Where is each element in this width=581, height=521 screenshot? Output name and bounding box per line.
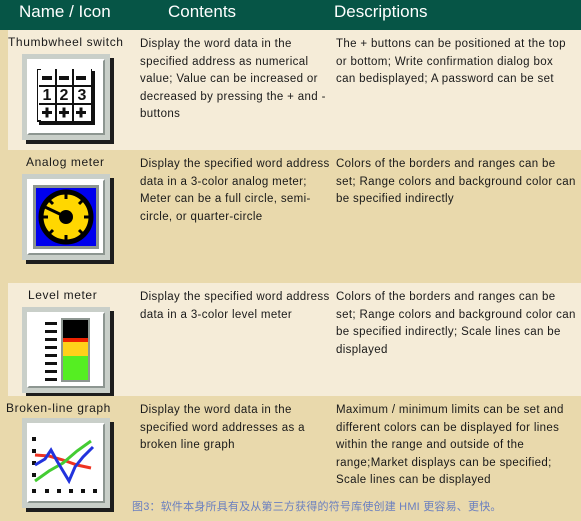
table-row: Level meter Display the specified word a… — [0, 283, 581, 397]
svg-text:3: 3 — [78, 87, 87, 104]
column-header-contents: Contents — [168, 2, 237, 21]
broken-line-graph-icon[interactable] — [22, 418, 114, 512]
level-meter-glyph — [29, 314, 103, 386]
name-icon-cell: Broken-line graph — [0, 396, 140, 521]
level-meter-icon[interactable] — [22, 307, 114, 397]
thumbwheel-switch-icon[interactable]: 1 2 3 — [22, 54, 114, 144]
column-header-name-icon: Name / Icon — [19, 2, 111, 21]
feature-descriptions-text: The + buttons can be positioned at the t… — [336, 38, 566, 85]
svg-text:2: 2 — [60, 87, 69, 104]
name-icon-cell: Analog meter — [0, 150, 140, 283]
feature-name-label: Level meter — [28, 288, 98, 302]
column-header-descriptions: Descriptions — [334, 2, 428, 21]
name-icon-cell: Level meter — [0, 283, 140, 397]
feature-contents-text: Display the specified word address data … — [140, 291, 330, 321]
feature-name-label: Broken-line graph — [6, 401, 111, 415]
feature-contents-text: Display the word data in the specified a… — [140, 38, 326, 120]
feature-descriptions-text: Colors of the borders and ranges can be … — [336, 158, 576, 205]
feature-descriptions-text: Colors of the borders and ranges can be … — [336, 291, 576, 356]
name-icon-cell: Thumbwheel switch 1 2 3 — [0, 30, 140, 150]
analog-meter-face — [33, 185, 99, 249]
thumbwheel-switch-glyph: 1 2 3 — [37, 69, 95, 125]
feature-table: Name / Icon Contents Descriptions Thumbw… — [0, 0, 581, 521]
analog-meter-icon[interactable] — [22, 174, 114, 264]
table-row: Thumbwheel switch 1 2 3 Display the word… — [0, 30, 581, 150]
broken-line-graph-glyph — [29, 425, 103, 501]
table-row: Analog meter Display the specified word … — [0, 150, 581, 283]
feature-contents-text: Display the specified word address data … — [140, 158, 330, 223]
analog-meter-glyph — [38, 189, 94, 245]
feature-name-label: Analog meter — [26, 155, 105, 169]
figure-caption: 图3：软件本身所具有及从第三方获得的符号库使创建 HMI 更容易、更快。 — [132, 501, 502, 513]
table-header-row: Name / Icon Contents Descriptions — [0, 0, 581, 30]
feature-contents-text: Display the word data in the specified w… — [140, 404, 305, 451]
svg-text:1: 1 — [43, 87, 52, 104]
feature-name-label: Thumbwheel switch — [8, 35, 124, 49]
feature-descriptions-text: Maximum / minimum limits can be set and … — [336, 404, 564, 486]
